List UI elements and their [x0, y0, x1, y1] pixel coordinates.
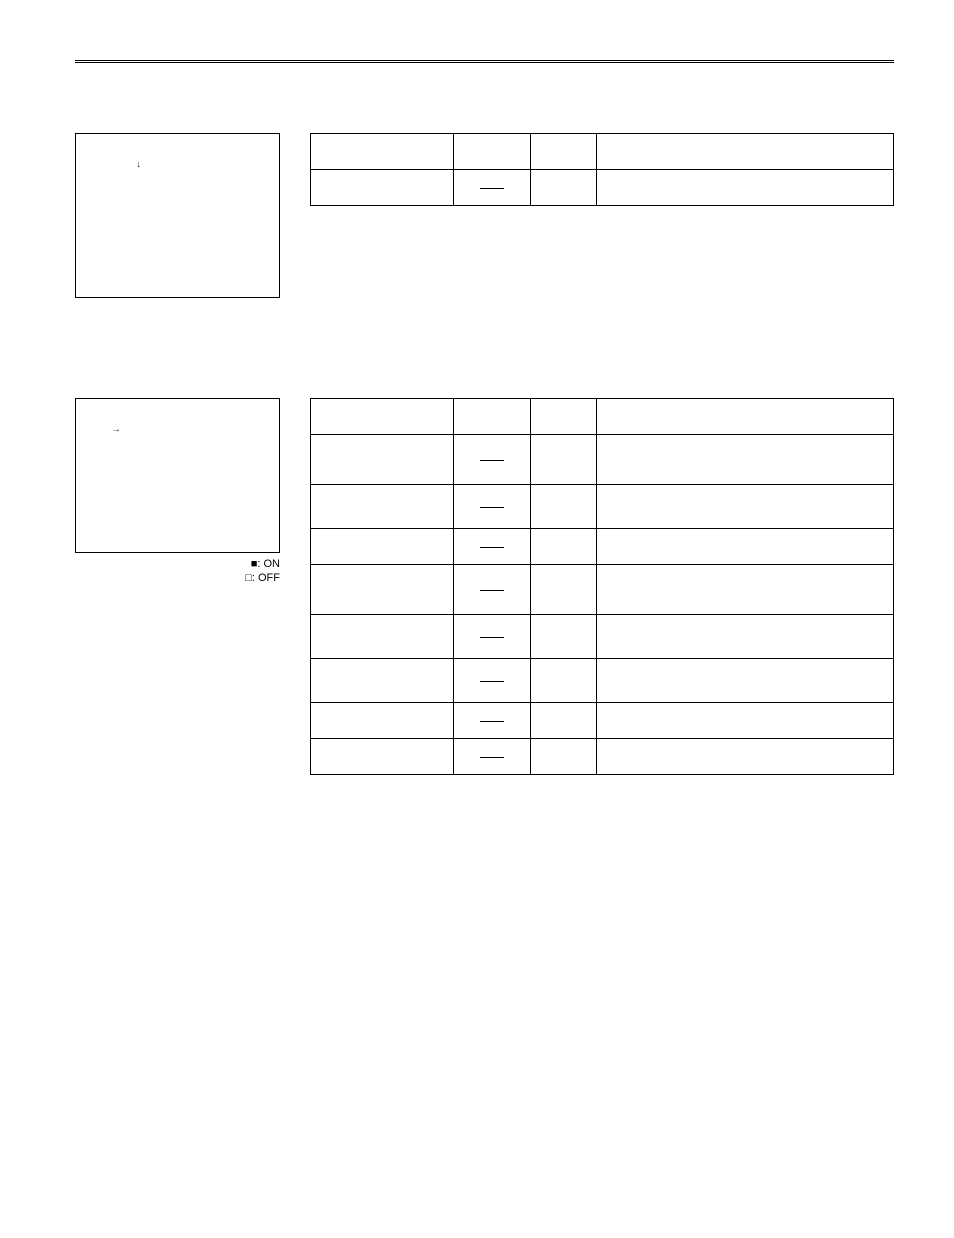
- table-cell: [597, 659, 894, 703]
- table-row: [311, 565, 894, 615]
- table-cell-dash: [454, 529, 531, 565]
- table-cell: [531, 485, 597, 529]
- table-cell: [531, 615, 597, 659]
- table-cell: [531, 703, 597, 739]
- table-cell: [597, 703, 894, 739]
- table-row: [311, 485, 894, 529]
- table-cell: [531, 134, 597, 170]
- table-row: [311, 615, 894, 659]
- table-cell: [311, 703, 454, 739]
- table-row: [311, 134, 894, 170]
- sketch-box-2: →: [75, 398, 280, 553]
- table-cell: [597, 134, 894, 170]
- table-cell-dash: [454, 615, 531, 659]
- table-cell-dash: [454, 170, 531, 206]
- table-1: [310, 133, 894, 206]
- table-cell: [597, 529, 894, 565]
- table-cell: [311, 739, 454, 775]
- table-cell: [311, 659, 454, 703]
- table-cell: [454, 134, 531, 170]
- table-cell: [454, 399, 531, 435]
- table-cell: [531, 435, 597, 485]
- table-cell: [311, 565, 454, 615]
- table-row: [311, 659, 894, 703]
- section-2: → ■: ON □: OFF: [75, 398, 894, 775]
- table-cell: [597, 435, 894, 485]
- sketch-mark-1: ↓: [136, 159, 141, 170]
- top-rule: [75, 60, 894, 63]
- table-cell: [597, 615, 894, 659]
- table-row: [311, 170, 894, 206]
- table-cell: [311, 134, 454, 170]
- table-cell: [311, 485, 454, 529]
- table-cell-dash: [454, 435, 531, 485]
- table-row: [311, 435, 894, 485]
- table-cell: [531, 529, 597, 565]
- table-cell: [531, 659, 597, 703]
- table-row: [311, 739, 894, 775]
- table-cell: [311, 615, 454, 659]
- sketch-mark-2: →: [111, 424, 121, 435]
- sketch-box-1: ↓: [75, 133, 280, 298]
- page: ↓ → ■: ON □: OFF: [0, 0, 954, 1238]
- section-1: ↓: [75, 133, 894, 298]
- table-cell: [597, 739, 894, 775]
- table-cell: [597, 565, 894, 615]
- table-cell-dash: [454, 485, 531, 529]
- table-cell: [597, 485, 894, 529]
- left-col-2: → ■: ON □: OFF: [75, 398, 280, 586]
- table-cell-dash: [454, 659, 531, 703]
- table-cell: [597, 170, 894, 206]
- table-cell: [531, 739, 597, 775]
- legend-off: □: OFF: [245, 572, 280, 584]
- table-row: [311, 399, 894, 435]
- table-cell-dash: [454, 739, 531, 775]
- table-cell: [311, 435, 454, 485]
- table-cell: [531, 170, 597, 206]
- table-2: [310, 398, 894, 775]
- table-row: [311, 703, 894, 739]
- table-cell: [597, 399, 894, 435]
- table-cell-dash: [454, 703, 531, 739]
- table-cell: [531, 565, 597, 615]
- table-cell: [311, 170, 454, 206]
- table-cell: [311, 399, 454, 435]
- table-cell: [531, 399, 597, 435]
- legend-on: ■: ON: [251, 558, 280, 570]
- table-cell-dash: [454, 565, 531, 615]
- table-cell: [311, 529, 454, 565]
- table-row: [311, 529, 894, 565]
- legend: ■: ON □: OFF: [75, 557, 280, 586]
- left-col-1: ↓: [75, 133, 280, 298]
